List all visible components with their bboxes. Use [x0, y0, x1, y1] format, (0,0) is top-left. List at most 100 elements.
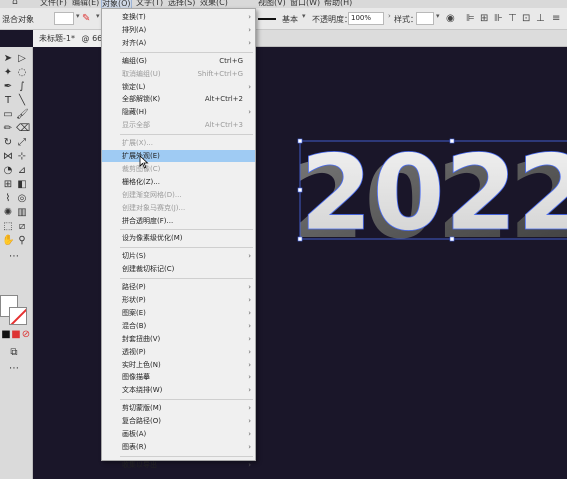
- align-middle-icon[interactable]: ⊡: [522, 13, 530, 24]
- menu-item[interactable]: 复合路径(O) ›: [102, 415, 255, 427]
- direct-selection-tool-icon[interactable]: ▷: [16, 53, 28, 65]
- blend-tool-icon[interactable]: ◎: [16, 193, 28, 205]
- curvature-tool-icon[interactable]: ∫: [16, 81, 28, 93]
- menu-item[interactable]: 文本绕排(W) ›: [102, 384, 255, 396]
- rectangle-tool-icon[interactable]: ▭: [2, 109, 14, 121]
- chevron-down-icon[interactable]: ▾: [76, 12, 80, 20]
- eraser-icon[interactable]: ⌫: [16, 123, 30, 135]
- menu-item[interactable]: 透视(P) ›: [102, 346, 255, 358]
- perspective-grid-icon[interactable]: ⊿: [16, 165, 28, 177]
- menu-item-shortcut: Alt+Ctrl+3: [204, 121, 243, 130]
- menu-item[interactable]: 混合(B) ›: [102, 320, 255, 332]
- pen-tool-icon[interactable]: ✒: [2, 81, 14, 93]
- menu-item: 扩展(X)...: [102, 137, 255, 149]
- fill-color-picker[interactable]: [54, 12, 74, 25]
- menu-file[interactable]: 文件(F): [40, 0, 67, 8]
- style-picker[interactable]: [416, 12, 434, 25]
- type-tool-icon[interactable]: T: [2, 95, 14, 107]
- hand-tool-icon[interactable]: ✋: [2, 235, 14, 247]
- align-top-icon[interactable]: ⊤: [508, 13, 517, 24]
- menu-item[interactable]: 排列(A) ›: [102, 24, 255, 36]
- artboard-tool-icon[interactable]: ⬚: [2, 221, 14, 233]
- gradient-tool-icon[interactable]: ◧: [16, 179, 28, 191]
- eyedropper-icon[interactable]: ⌇: [2, 193, 14, 205]
- menu-item[interactable]: 编组(G) Ctrl+G: [102, 55, 255, 67]
- menu-item[interactable]: 设为像素级优化(M): [102, 232, 255, 244]
- stroke-swatch[interactable]: [9, 307, 27, 325]
- menu-view[interactable]: 视图(V): [258, 0, 286, 8]
- menu-edit[interactable]: 编辑(E): [72, 0, 99, 8]
- menu-item[interactable]: 栅格化(Z)...: [102, 176, 255, 188]
- menu-item[interactable]: 收集以导出 ›: [102, 459, 255, 471]
- width-tool-icon[interactable]: ⋈: [2, 151, 14, 163]
- magic-wand-icon[interactable]: ✦: [2, 67, 14, 79]
- rotate-tool-icon[interactable]: ↻: [2, 137, 14, 149]
- menu-separator: [120, 455, 253, 457]
- menu-item[interactable]: 创建裁切标记(C): [102, 263, 255, 275]
- chevron-right-icon[interactable]: ›: [388, 12, 391, 20]
- menu-item[interactable]: 隐藏(H) ›: [102, 106, 255, 118]
- menu-item[interactable]: 对齐(A) ›: [102, 37, 255, 49]
- menu-item[interactable]: 封套扭曲(V) ›: [102, 333, 255, 345]
- none-mode-icon[interactable]: ⊘: [20, 329, 32, 341]
- menu-item[interactable]: 实时上色(N) ›: [102, 359, 255, 371]
- more-tools-icon[interactable]: ⋯: [8, 363, 20, 375]
- menu-window[interactable]: 窗口(W): [290, 0, 320, 8]
- menu-item[interactable]: 拼合透明度(F)...: [102, 215, 255, 227]
- selection-tool-icon[interactable]: ➤: [2, 53, 14, 65]
- chevron-down-icon[interactable]: ▾: [436, 12, 440, 20]
- lasso-icon[interactable]: ◌: [16, 67, 28, 79]
- menu-effect[interactable]: 效果(C): [200, 0, 228, 8]
- menu-select[interactable]: 选择(S): [168, 0, 195, 8]
- stroke-color-icon[interactable]: ✎: [82, 13, 90, 24]
- menu-item[interactable]: 剪切蒙版(M) ›: [102, 402, 255, 414]
- artwork-2022[interactable]: 2022 2022: [290, 133, 567, 243]
- menu-item[interactable]: 变换(T) ›: [102, 11, 255, 23]
- free-transform-icon[interactable]: ⊹: [16, 151, 28, 163]
- mesh-tool-icon[interactable]: ⊞: [2, 179, 14, 191]
- stroke-style-label[interactable]: 基本: [282, 14, 298, 25]
- menu-item[interactable]: 全部解锁(K) Alt+Ctrl+2: [102, 93, 255, 105]
- chevron-down-icon[interactable]: ▾: [302, 12, 306, 20]
- chevron-right-icon: ›: [248, 82, 251, 91]
- menu-item[interactable]: 扩展外观(E): [102, 150, 255, 162]
- selection-type-label: 混合对象: [2, 15, 34, 24]
- edit-toolbar-icon[interactable]: ⋯: [8, 251, 20, 263]
- chevron-right-icon: ›: [248, 283, 251, 292]
- screen-mode-icon[interactable]: ⧉: [8, 347, 20, 359]
- zoom-tool-icon[interactable]: ⚲: [16, 235, 28, 247]
- menu-item-label: 对齐(A): [122, 38, 147, 47]
- align-center-icon[interactable]: ⊞: [480, 13, 488, 24]
- line-tool-icon[interactable]: ╲: [16, 95, 28, 107]
- menu-item[interactable]: 画板(A) ›: [102, 428, 255, 440]
- menu-item-label: 图像描摹: [122, 373, 150, 382]
- menu-item[interactable]: 图像描摹 ›: [102, 371, 255, 383]
- menu-item[interactable]: 路径(P) ›: [102, 281, 255, 293]
- chevron-down-icon[interactable]: ▾: [96, 12, 100, 20]
- column-graph-icon[interactable]: ▥: [16, 207, 28, 219]
- home-icon[interactable]: ⌂: [12, 0, 24, 7]
- paintbrush-icon[interactable]: 🖌: [16, 109, 29, 121]
- shape-builder-icon[interactable]: ◔: [2, 165, 14, 177]
- pencil-icon[interactable]: ✏: [2, 123, 14, 135]
- menu-item[interactable]: 形状(P) ›: [102, 294, 255, 306]
- recolor-icon[interactable]: ◉: [446, 13, 455, 24]
- menu-help[interactable]: 帮助(H): [324, 0, 352, 8]
- menu-object[interactable]: 对象(O): [101, 0, 132, 8]
- align-right-icon[interactable]: ⊪: [494, 13, 503, 24]
- menu-item[interactable]: 锁定(L) ›: [102, 81, 255, 93]
- menu-item[interactable]: 图案(E) ›: [102, 307, 255, 319]
- menu-item-label: 变换(T): [122, 13, 146, 21]
- align-left-icon[interactable]: ⊫: [466, 13, 475, 24]
- align-bottom-icon[interactable]: ⊥: [536, 13, 545, 24]
- opacity-field[interactable]: 100%: [348, 12, 384, 25]
- menu-item[interactable]: 图表(R) ›: [102, 441, 255, 453]
- symbol-sprayer-icon[interactable]: ✺: [2, 207, 14, 219]
- stroke-preview[interactable]: [258, 18, 276, 20]
- menu-item[interactable]: 切片(S) ›: [102, 250, 255, 262]
- scale-tool-icon[interactable]: ⤢: [16, 137, 28, 149]
- menu-type[interactable]: 文字(T): [136, 0, 163, 8]
- menu-item-shortcut: Shift+Ctrl+G: [197, 69, 243, 78]
- slice-tool-icon[interactable]: ⧄: [16, 221, 28, 233]
- distribute-icon[interactable]: ≡: [552, 13, 560, 24]
